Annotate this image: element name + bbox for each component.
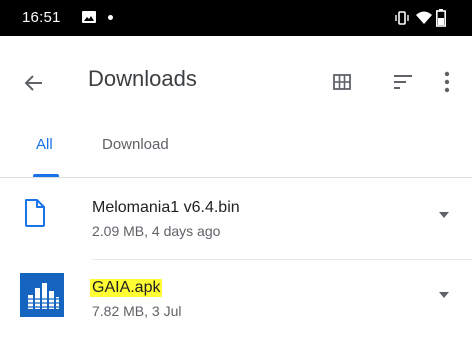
image-icon bbox=[82, 11, 96, 23]
vibrate-icon bbox=[395, 11, 409, 25]
chevron-down-icon[interactable] bbox=[438, 291, 450, 299]
sort-icon[interactable] bbox=[393, 73, 413, 91]
back-arrow-icon[interactable] bbox=[22, 71, 46, 95]
status-time: 16:51 bbox=[22, 9, 61, 26]
file-name: GAIA.apk bbox=[90, 279, 163, 297]
file-meta: 7.82 MB, 3 Jul bbox=[92, 303, 182, 319]
apk-app-icon bbox=[20, 273, 64, 317]
battery-icon bbox=[436, 9, 446, 27]
wifi-icon bbox=[416, 11, 432, 24]
file-icon bbox=[25, 199, 45, 227]
status-bar: 16:51 bbox=[0, 0, 472, 36]
file-row[interactable]: Melomania1 v6.4.bin 2.09 MB, 4 days ago bbox=[0, 185, 472, 263]
chevron-down-icon[interactable] bbox=[438, 211, 450, 219]
row-divider bbox=[92, 259, 472, 260]
file-name: Melomania1 v6.4.bin bbox=[92, 199, 240, 216]
file-meta: 2.09 MB, 4 days ago bbox=[92, 223, 221, 239]
dot-icon bbox=[108, 15, 113, 20]
file-row[interactable]: GAIA.apk 7.82 MB, 3 Jul bbox=[0, 265, 472, 343]
app-toolbar: Downloads bbox=[0, 36, 472, 126]
more-vert-icon[interactable] bbox=[443, 70, 451, 94]
grid-view-icon[interactable] bbox=[333, 73, 351, 91]
tab-download[interactable]: Download bbox=[102, 136, 169, 153]
filter-tabs: All Download bbox=[0, 126, 472, 177]
tabs-divider bbox=[0, 177, 472, 178]
page-title: Downloads bbox=[88, 66, 197, 91]
tab-all[interactable]: All bbox=[36, 136, 53, 153]
